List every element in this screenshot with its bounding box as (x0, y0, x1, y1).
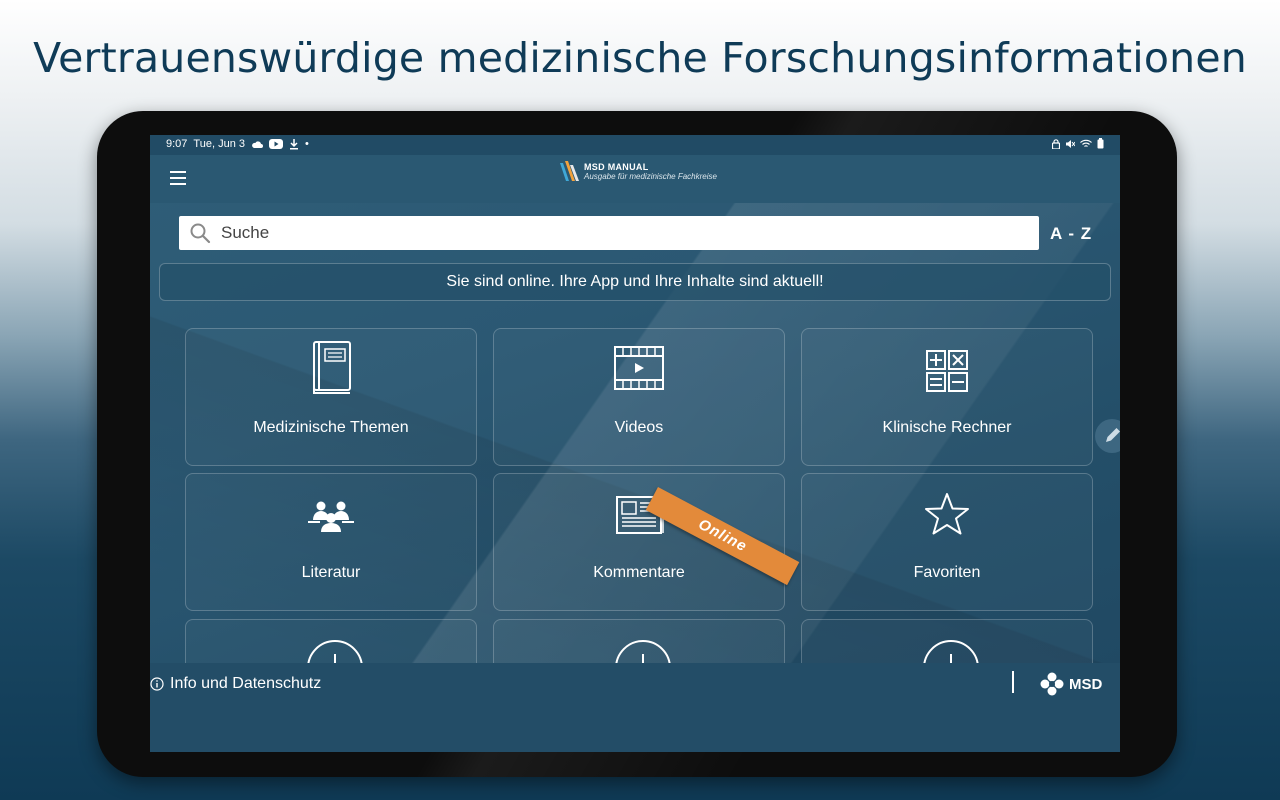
tile-label: Videos (614, 419, 664, 436)
msd-logo[interactable]: MSD (1040, 672, 1102, 696)
msd-manual-logo: MSD MANUAL Ausgabe für medizinische Fach… (558, 159, 717, 185)
status-date: Tue, Jun 3 (193, 138, 245, 150)
cloud-icon (252, 140, 263, 148)
search-row: A - Z (179, 216, 1119, 250)
film-icon (614, 346, 664, 390)
page-headline: Vertrauenswürdige medizinische Forschung… (33, 34, 1247, 82)
edit-pencil-button[interactable] (1095, 419, 1120, 453)
info-datenschutz-link[interactable]: Info und Datenschutz (150, 675, 321, 693)
status-dot: • (305, 138, 309, 150)
logo-title: MSD MANUAL (584, 162, 649, 172)
book-icon (313, 341, 351, 394)
tile-label: Klinische Rechner (882, 419, 1012, 436)
search-icon (190, 223, 211, 244)
footer-divider (1012, 671, 1014, 693)
app-screen: 9:07 Tue, Jun 3 • MSD MANUAL Ausgabe für… (150, 135, 1120, 752)
info-icon (150, 677, 164, 691)
footer-bar: Info und Datenschutz MSD (150, 663, 1120, 752)
people-icon (308, 501, 354, 532)
lock-icon (1052, 138, 1060, 149)
msd-manual-emblem-icon (560, 161, 579, 181)
status-right (1052, 138, 1104, 149)
tile-label: Favoriten (913, 564, 981, 581)
info-link-label: Info und Datenschutz (170, 675, 322, 692)
msd-emblem-icon (1040, 672, 1064, 696)
youtube-icon (269, 139, 283, 149)
search-input[interactable] (219, 222, 1023, 244)
tile-klinische-rechner[interactable]: Klinische Rechner (801, 328, 1093, 466)
status-left: 9:07 Tue, Jun 3 • (166, 138, 309, 150)
tile-favoriten[interactable]: Favoriten (801, 473, 1093, 611)
a-z-index-button[interactable]: A - Z (1050, 224, 1092, 244)
tile-label: Kommentare (593, 564, 685, 581)
status-time: 9:07 (166, 138, 188, 150)
battery-icon (1097, 138, 1104, 149)
pencil-icon (1106, 428, 1120, 442)
star-icon (925, 493, 969, 535)
logo-subtitle: Ausgabe für medizinische Fachkreise (584, 172, 717, 181)
wifi-icon (1080, 139, 1092, 147)
tile-literatur[interactable]: Literatur (185, 473, 477, 611)
mute-icon (1066, 139, 1075, 148)
tablet-frame: 9:07 Tue, Jun 3 • MSD MANUAL Ausgabe für… (97, 111, 1177, 777)
hamburger-menu-icon[interactable] (170, 171, 186, 185)
logo-text: MSD MANUAL Ausgabe für medizinische Fach… (584, 162, 717, 182)
tile-videos[interactable]: Videos (493, 328, 785, 466)
online-status-banner: Sie sind online. Ihre App und Ihre Inhal… (159, 263, 1111, 301)
tile-label: Literatur (301, 564, 361, 581)
app-bar: MSD MANUAL Ausgabe für medizinische Fach… (150, 155, 1120, 203)
tile-label: Medizinische Themen (253, 419, 409, 436)
status-bar: 9:07 Tue, Jun 3 • (150, 135, 1120, 155)
download-icon (290, 138, 298, 149)
calculator-icon (926, 350, 968, 392)
msd-brand-label: MSD (1069, 675, 1103, 693)
search-box[interactable] (179, 216, 1039, 250)
tile-medizinische-themen[interactable]: Medizinische Themen (185, 328, 477, 466)
